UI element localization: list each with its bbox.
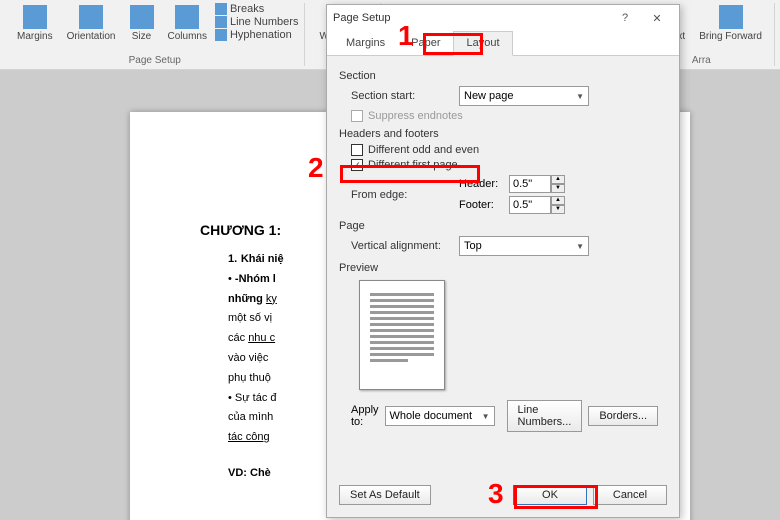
line-numbers-button[interactable]: Line Numbers... xyxy=(507,400,583,432)
chevron-up-icon[interactable]: ▲ xyxy=(551,196,565,205)
different-odd-even-label: Different odd and even xyxy=(368,144,479,156)
vertical-alignment-label: Vertical alignment: xyxy=(351,240,451,252)
cancel-button[interactable]: Cancel xyxy=(593,485,667,505)
tab-strip: Margins Paper Layout xyxy=(327,31,679,56)
page-setup-group-label: Page Setup xyxy=(129,55,181,66)
set-as-default-button[interactable]: Set As Default xyxy=(339,485,431,505)
arrange-group-label: Arra xyxy=(692,55,711,66)
size-button[interactable]: Size xyxy=(124,3,160,44)
tab-margins[interactable]: Margins xyxy=(333,31,398,55)
suppress-endnotes-label: Suppress endnotes xyxy=(368,110,463,122)
chevron-down-icon: ▼ xyxy=(482,412,490,421)
vertical-alignment-combo[interactable]: Top▼ xyxy=(459,236,589,256)
size-icon xyxy=(130,5,154,29)
chevron-up-icon[interactable]: ▲ xyxy=(551,175,565,184)
tab-layout[interactable]: Layout xyxy=(453,31,512,56)
bring-forward-button[interactable]: Bring Forward xyxy=(693,3,768,44)
footer-distance-spinner[interactable]: ▲▼ xyxy=(509,196,565,214)
columns-button[interactable]: Columns xyxy=(162,3,213,44)
ribbon-group-page-setup: Margins Orientation Size Columns Breaks … xyxy=(5,3,305,66)
breaks-icon xyxy=(215,3,227,15)
help-button[interactable]: ? xyxy=(609,6,641,30)
chevron-down-icon: ▼ xyxy=(576,92,584,101)
line-numbers-button[interactable]: Line Numbers xyxy=(215,16,298,28)
section-header: Section xyxy=(339,70,667,82)
from-edge-label: From edge: xyxy=(351,189,451,201)
footer-distance-label: Footer: xyxy=(459,199,503,211)
page-setup-dialog: Page Setup ? ✕ Margins Paper Layout Sect… xyxy=(326,4,680,518)
line-numbers-icon xyxy=(215,16,227,28)
apply-to-combo[interactable]: Whole document▼ xyxy=(385,406,495,426)
chevron-down-icon[interactable]: ▼ xyxy=(551,184,565,193)
hyphenation-button[interactable]: Hyphenation xyxy=(215,29,298,41)
preview-thumbnail xyxy=(359,280,445,390)
apply-to-label: Apply to: xyxy=(351,404,379,428)
header-distance-label: Header: xyxy=(459,178,503,190)
margins-button[interactable]: Margins xyxy=(11,3,59,44)
section-start-label: Section start: xyxy=(351,90,451,102)
page-header: Page xyxy=(339,220,667,232)
header-distance-spinner[interactable]: ▲▼ xyxy=(509,175,565,193)
headers-footers-header: Headers and footers xyxy=(339,128,667,140)
columns-icon xyxy=(175,5,199,29)
bring-forward-icon xyxy=(719,5,743,29)
section-start-combo[interactable]: New page▼ xyxy=(459,86,589,106)
orientation-icon xyxy=(79,5,103,29)
chevron-down-icon: ▼ xyxy=(576,242,584,251)
margins-icon xyxy=(23,5,47,29)
different-first-page-label: Different first page xyxy=(368,159,458,171)
preview-header: Preview xyxy=(339,262,667,274)
different-odd-even-checkbox[interactable] xyxy=(351,144,363,156)
tab-paper[interactable]: Paper xyxy=(398,31,453,55)
ok-button[interactable]: OK xyxy=(513,485,587,505)
suppress-endnotes-checkbox xyxy=(351,110,363,122)
close-button[interactable]: ✕ xyxy=(641,6,673,30)
hyphenation-icon xyxy=(215,29,227,41)
dialog-titlebar: Page Setup ? ✕ xyxy=(327,5,679,31)
borders-button[interactable]: Borders... xyxy=(588,406,658,426)
different-first-page-checkbox[interactable]: ✓ xyxy=(351,159,363,171)
dialog-title: Page Setup xyxy=(333,12,391,24)
orientation-button[interactable]: Orientation xyxy=(61,3,122,44)
chevron-down-icon[interactable]: ▼ xyxy=(551,205,565,214)
breaks-button[interactable]: Breaks xyxy=(215,3,298,15)
